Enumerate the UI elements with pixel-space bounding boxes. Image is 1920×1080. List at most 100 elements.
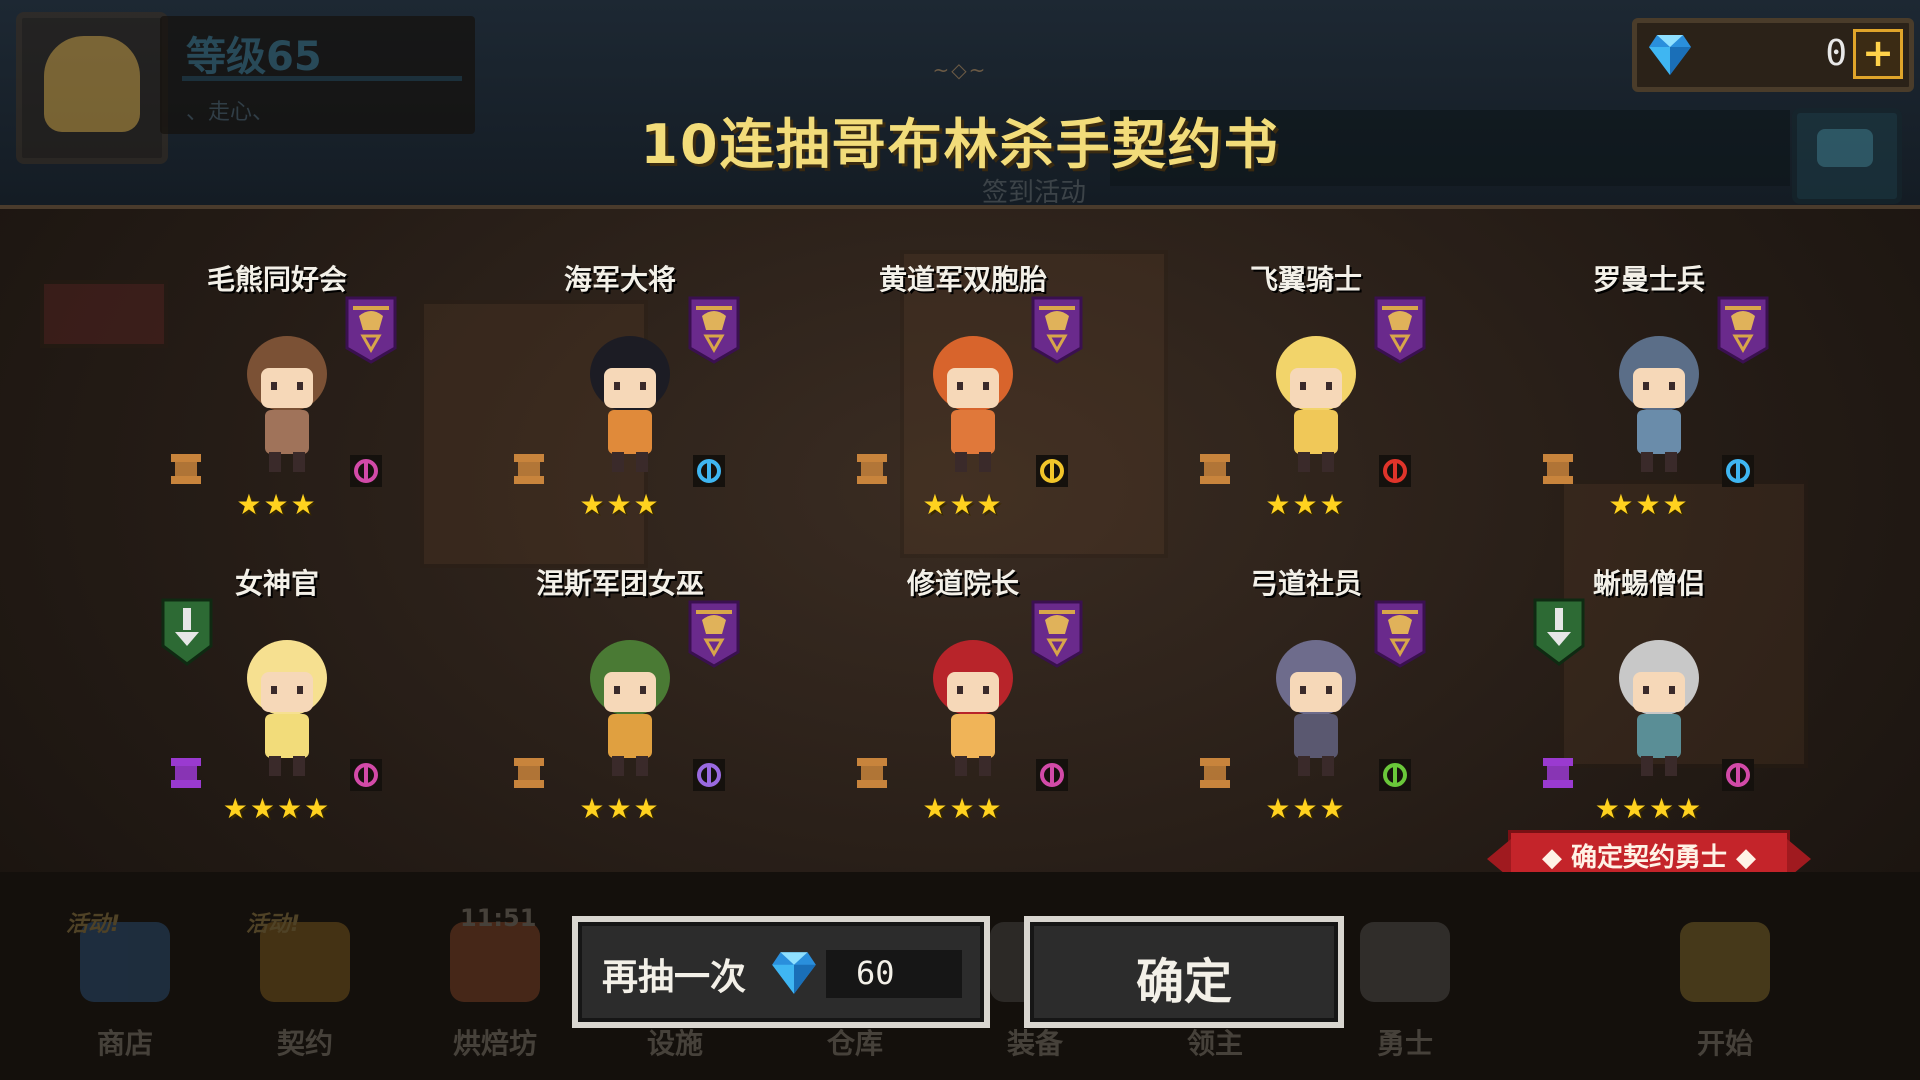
nav-icon (450, 922, 540, 1002)
star-rating: ★★★ (579, 488, 661, 521)
hero-card[interactable]: 飞翼骑士 ★★★ (1156, 258, 1456, 558)
hero-sprite (1264, 632, 1368, 782)
purple-scroll-icon (167, 752, 207, 792)
nav-badge: 11:51 (460, 904, 537, 932)
confirm-button[interactable]: 确定 (1024, 916, 1344, 1028)
knight-shield-icon (1533, 598, 1585, 666)
hero-name: 女神官 (234, 567, 319, 600)
star-rating: ★★★ (1608, 488, 1690, 521)
nav-item[interactable]: 勇士 (1330, 912, 1480, 1062)
page-title: 10连抽哥布林杀手契约书 (640, 113, 1280, 176)
cleric-icon (1035, 758, 1069, 792)
hero-name: 黄道军双胞胎 (878, 263, 1047, 296)
star-rating: ★★★ (922, 792, 1004, 825)
chat-button[interactable] (1792, 108, 1902, 204)
title-ornament: ~◇~ (932, 58, 988, 82)
nav-icon (1360, 922, 1450, 1002)
bronze-scroll-icon (167, 448, 207, 488)
hero-card[interactable]: 毛熊同好会 ★★★ (127, 258, 427, 558)
bronze-scroll-icon (1196, 448, 1236, 488)
redraw-cost: 60 (856, 954, 895, 992)
redraw-cost-box: 60 (826, 950, 962, 998)
hero-name: 弓道社员 (1249, 567, 1362, 600)
redraw-button[interactable]: 再抽一次 60 (572, 916, 990, 1028)
hero-name: 毛熊同好会 (206, 263, 347, 296)
guild-banner-icon (1717, 296, 1769, 364)
hero-card[interactable]: 蜥蜴僧侣 ★★★★ (1499, 562, 1799, 862)
hero-card[interactable]: 修道院长 ★★★ (813, 562, 1113, 862)
star-rating: ★★★ (922, 488, 1004, 521)
crossed-swords-icon (1378, 454, 1412, 488)
bronze-scroll-icon (510, 752, 550, 792)
guild-banner-icon (1031, 600, 1083, 668)
sword-icon (1035, 454, 1069, 488)
top-bar: 等级65 、走心、 0 + ~◇~ 10连抽哥布林杀手契约书 签到活动 (0, 0, 1920, 209)
nav-label: 设施 (646, 1027, 703, 1060)
hero-name: 罗曼士兵 (1592, 263, 1705, 296)
guild-banner-icon (1374, 600, 1426, 668)
hero-card[interactable]: 黄道军双胞胎 ★★★ (813, 258, 1113, 558)
guild-banner-icon (688, 600, 740, 668)
nav-item[interactable]: 11:51 烘焙坊 (420, 904, 570, 1062)
hero-sprite (235, 632, 339, 782)
hero-sprite (1607, 328, 1711, 478)
bronze-scroll-icon (1196, 752, 1236, 792)
hero-name: 飞翼骑士 (1249, 263, 1362, 296)
knight-shield-icon (161, 598, 213, 666)
hero-sprite (921, 632, 1025, 782)
hero-name: 修道院长 (906, 567, 1019, 600)
gem-count: 0 (1825, 33, 1847, 74)
nav-icon (1680, 922, 1770, 1002)
hero-sprite (578, 328, 682, 478)
bronze-scroll-icon (510, 448, 550, 488)
hero-sprite (578, 632, 682, 782)
nav-label: 装备 (1006, 1027, 1063, 1060)
nav-label: 开始 (1696, 1027, 1753, 1060)
cleric-icon (1721, 758, 1755, 792)
diamond-icon (772, 952, 816, 994)
nav-label: 领主 (1186, 1027, 1243, 1060)
staff-icon (692, 758, 726, 792)
hero-sprite (1264, 328, 1368, 478)
nav-item[interactable]: 开始 (1650, 912, 1800, 1062)
nav-item[interactable]: 活动! 契约 (230, 912, 380, 1062)
hero-sprite (235, 328, 339, 478)
nav-label: 契约 (276, 1027, 333, 1060)
bronze-scroll-icon (853, 752, 893, 792)
nav-label: 商店 (96, 1027, 153, 1060)
gem-class-icon (692, 454, 726, 488)
redraw-label: 再抽一次 (602, 957, 747, 998)
star-rating: ★★★ (1265, 488, 1347, 521)
confirm-label: 确定 (1135, 954, 1232, 1010)
nav-badge: 活动! (66, 912, 121, 937)
guild-banner-icon (688, 296, 740, 364)
hero-card[interactable]: 女神官 ★★★★ (127, 562, 427, 862)
diamond-icon (1649, 35, 1691, 75)
guild-banner-icon (345, 296, 397, 364)
nav-label: 仓库 (826, 1027, 883, 1060)
event-label: 签到活动 (982, 178, 1087, 208)
nav-item[interactable]: 活动! 商店 (50, 912, 200, 1062)
gem-counter: 0 + (1632, 18, 1914, 92)
guild-banner-icon (1374, 296, 1426, 364)
nav-label: 烘焙坊 (452, 1027, 537, 1060)
crosshair-icon (1378, 758, 1412, 792)
hero-card[interactable]: 海军大将 ★★★ (470, 258, 770, 558)
hero-name: 涅斯军团女巫 (535, 567, 704, 600)
guild-banner-icon (1031, 296, 1083, 364)
nav-badge: 活动! (246, 912, 301, 937)
purple-scroll-icon (1539, 752, 1579, 792)
star-rating: ★★★ (579, 792, 661, 825)
bronze-scroll-icon (853, 448, 893, 488)
hero-card[interactable]: 涅斯军团女巫 ★★★ (470, 562, 770, 862)
player-level: 等级65 (186, 34, 322, 80)
star-rating: ★★★★ (1594, 792, 1704, 825)
hero-card[interactable]: 弓道社员 ★★★ (1156, 562, 1456, 862)
hero-card[interactable]: 罗曼士兵 ★★★ (1499, 258, 1799, 558)
hero-name: 海军大将 (563, 263, 676, 296)
add-gems-button[interactable]: + (1853, 29, 1903, 79)
chat-icon (1817, 129, 1873, 167)
star-rating: ★★★★ (222, 792, 332, 825)
game-screen: 等级65 、走心、 0 + ~◇~ 10连抽哥布林杀手契约书 签到活动 毛熊同好… (0, 0, 1920, 1080)
cleric-icon (349, 758, 383, 792)
